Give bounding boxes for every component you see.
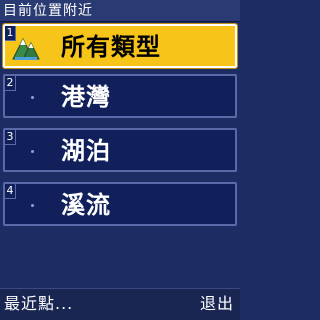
nearest-points-softkey[interactable]: 最近點... <box>4 293 73 315</box>
list-item-lake[interactable]: 3 湖泊 <box>3 128 237 172</box>
item-label: 溪流 <box>61 191 111 219</box>
item-label: 湖泊 <box>61 137 111 165</box>
bullet-icon <box>31 96 34 99</box>
item-number: 3 <box>5 130 16 145</box>
list-item-all-types[interactable]: 1 所有類型 <box>2 23 238 69</box>
all-types-mountain-icon <box>12 37 40 60</box>
item-number: 4 <box>5 184 16 199</box>
page-title: 目前位置附近 <box>3 3 93 19</box>
item-label: 港灣 <box>61 83 111 111</box>
softkey-bar: 最近點... 退出 <box>0 288 240 320</box>
item-label: 所有類型 <box>61 33 161 61</box>
exit-softkey[interactable]: 退出 <box>200 293 234 315</box>
title-bar: 目前位置附近 <box>0 0 240 22</box>
bullet-icon <box>31 204 34 207</box>
bullet-icon <box>31 150 34 153</box>
item-number: 2 <box>5 76 16 91</box>
list-item-stream[interactable]: 4 溪流 <box>3 182 237 226</box>
list-item-harbor[interactable]: 2 港灣 <box>3 74 237 118</box>
